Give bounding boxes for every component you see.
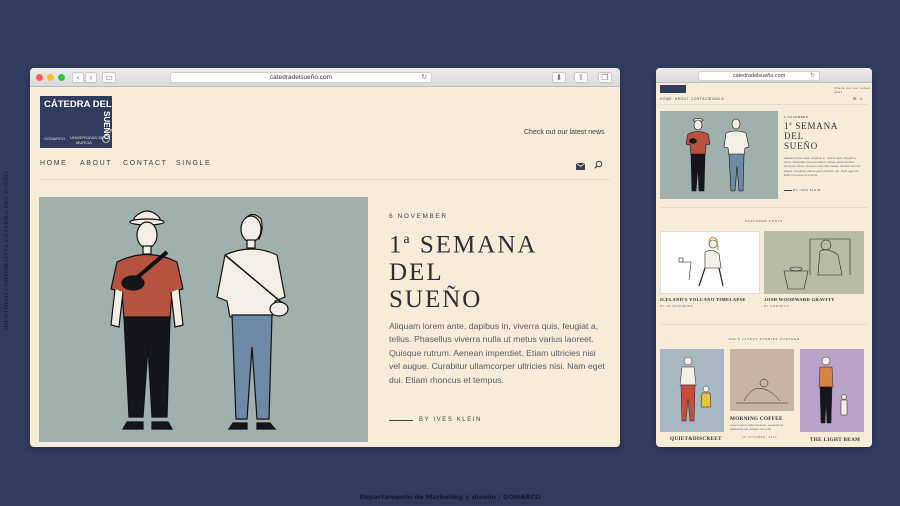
featured-label: FEATURED POSTS	[744, 219, 784, 223]
post-byline: BY IVES KLEIN	[389, 417, 482, 423]
sidebar-icon[interactable]: ▭	[102, 72, 116, 83]
tablet-nav-divider	[660, 104, 868, 105]
latest-card-image-3[interactable]	[800, 349, 864, 432]
post-title[interactable]: 1a SEMANA DEL SUEÑO	[389, 231, 537, 314]
tablet-post-date: 6 NOVEMBER	[784, 115, 809, 119]
tablet-title-word-sueno: SUEÑO	[784, 140, 819, 151]
latest-title-1[interactable]: QUIET&DISCREET	[670, 436, 722, 442]
logo-gomarco: GOMARCO	[44, 136, 66, 141]
tablet-hero-illustration[interactable]	[660, 111, 778, 199]
title-word-sueno: SUEÑO	[389, 286, 483, 314]
tablet-reload-icon[interactable]: ↻	[810, 72, 815, 81]
tablet-logo[interactable]	[660, 85, 686, 93]
footer-caption: Departamento de Marketing y diseño / GOM…	[359, 493, 541, 501]
side-caption: IDENTIDAD CORPORATIVA CÁTEDRA DEL SUEÑO	[3, 171, 10, 330]
tablet-nav-contact[interactable]: CONTACT	[691, 97, 710, 101]
tablet-nav-about[interactable]: ABOUT	[675, 97, 689, 101]
latest-card-image-2[interactable]	[730, 349, 794, 411]
byline-text: BY IVES KLEIN	[419, 417, 483, 423]
minimize-window-button[interactable]	[47, 74, 54, 81]
url-text: catedradelsueño.com	[269, 74, 333, 81]
featured-title-1[interactable]: ICELAND'S VOLCANO TIMELAPSE	[660, 297, 746, 302]
tablet-title-word-semana: SEMANA	[795, 121, 839, 131]
nav-home[interactable]: HOME	[40, 160, 67, 167]
tablet-search-icon[interactable]: ⌕	[860, 96, 863, 101]
header-tagline[interactable]: Check out our latest news	[524, 129, 605, 136]
latest-title-2[interactable]: MORNING COFFEE	[730, 416, 783, 422]
byline-rule	[389, 419, 413, 421]
featured-meta-2: BY GOMARCO	[764, 304, 790, 308]
tablet-tagline[interactable]: Check out our latest news	[834, 86, 872, 94]
tablet-section-divider	[660, 207, 868, 208]
title-superscript: a	[403, 231, 412, 246]
tablet-browser-window: catedradelsueño.com ↻ Check out our late…	[656, 68, 872, 447]
tablet-post-byline: BY IVES KLEIN	[784, 188, 821, 192]
tablet-byline-text: BY IVES KLEIN	[793, 188, 821, 192]
download-icon[interactable]: ⬇	[552, 72, 566, 83]
tablet-title-word-del: DEL	[784, 130, 804, 141]
featured-title-2[interactable]: JOSH WOODWARD GRAVITY	[764, 297, 835, 302]
maximize-window-button[interactable]	[58, 74, 65, 81]
latest-text-2: Lorem ipsum dolor sit amet, consectetur …	[730, 423, 784, 432]
nav-divider	[40, 179, 610, 180]
browser-toolbar: ‹ › ▭ catedradelsueño.com ↻ ⬇ ⇪ ❐	[30, 68, 620, 87]
tablet-post-excerpt: Aliquam lorem ante, dapibus in, viverra …	[784, 156, 861, 177]
latest-label: JOE'S LATEST STORIES FURTHER	[728, 337, 800, 341]
tablet-byline-rule	[784, 190, 792, 191]
address-bar[interactable]: catedradelsueño.com ↻	[170, 72, 432, 83]
figure-right	[216, 213, 289, 430]
tablet-browser-toolbar: catedradelsueño.com ↻	[656, 68, 872, 83]
tablet-post-title[interactable]: 1a SEMANA DEL SUEÑO	[784, 121, 839, 152]
reload-icon[interactable]: ↻	[421, 73, 427, 83]
forward-arrow-icon[interactable]: ›	[85, 72, 97, 83]
tablet-address-bar[interactable]: catedradelsueño.com ↻	[698, 71, 820, 81]
tabs-icon[interactable]: ❐	[598, 72, 612, 83]
post-date: 6 NOVEMBER	[389, 213, 448, 220]
logo-murcia: MURCIA	[76, 140, 92, 145]
site-logo[interactable]: CÁTEDRA DEL SUEÑO GOMARCO UNIVERSIDAD DE…	[40, 96, 112, 148]
desktop-browser-window: ‹ › ▭ catedradelsueño.com ↻ ⬇ ⇪ ❐ CÁTEDR…	[30, 68, 620, 447]
featured-card-image-2[interactable]	[764, 231, 864, 294]
title-word-del: DEL	[389, 258, 444, 286]
title-number: 1	[389, 231, 404, 259]
figure-left	[110, 210, 184, 430]
logo-title: CÁTEDRA DEL	[44, 99, 112, 110]
latest-title-3[interactable]: THE LIGHT BEAM	[810, 437, 860, 443]
tablet-nav-single[interactable]: SINGLE	[709, 97, 724, 101]
share-icon[interactable]: ⇪	[574, 72, 588, 83]
university-seal-icon	[102, 135, 110, 143]
tablet-nav-home[interactable]: HOME	[660, 97, 672, 101]
envelope-icon[interactable]	[575, 157, 586, 175]
nav-single[interactable]: SINGLE	[176, 160, 211, 167]
search-icon[interactable]	[594, 156, 603, 174]
post-excerpt: Aliquam lorem ante, dapibus in, viverra …	[389, 321, 605, 385]
hero-illustration[interactable]	[39, 197, 368, 442]
back-arrow-icon[interactable]: ‹	[72, 72, 84, 83]
nav-about[interactable]: ABOUT	[80, 160, 112, 167]
tablet-section-divider-2	[660, 324, 868, 325]
latest-card-image-1[interactable]	[660, 349, 724, 432]
tablet-url-text: catedradelsueño.com	[732, 73, 786, 79]
latest-meta-2: 25 OCTOBER, 2016	[742, 435, 778, 439]
tablet-envelope-icon[interactable]: ✉	[853, 96, 857, 101]
close-window-button[interactable]	[36, 74, 43, 81]
tablet-title-superscript: a	[789, 122, 793, 127]
title-word-semana: SEMANA	[419, 231, 538, 259]
nav-contact[interactable]: CONTACT	[123, 160, 168, 167]
featured-card-image-1[interactable]	[660, 231, 760, 294]
featured-meta-1: BY JO WASHBURN	[660, 304, 694, 308]
